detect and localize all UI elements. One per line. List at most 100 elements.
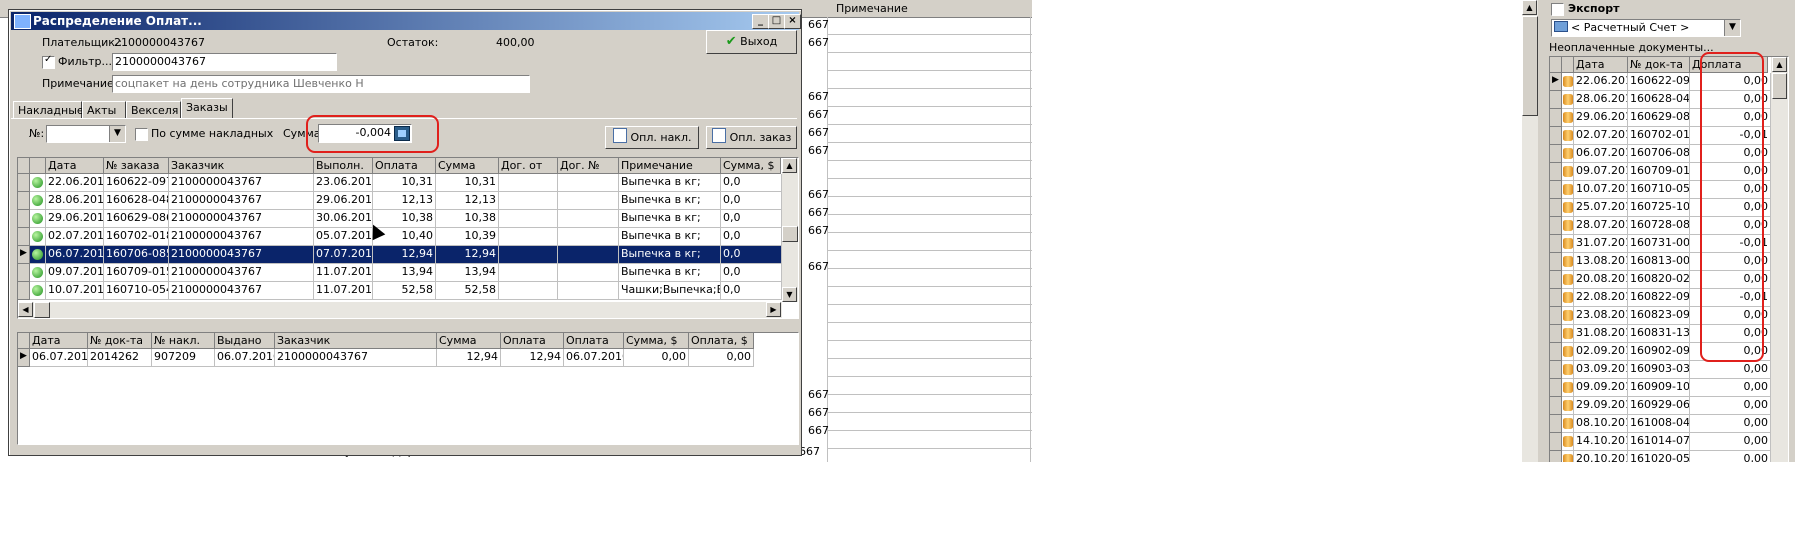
row-indicator[interactable] bbox=[18, 174, 30, 192]
column-header-contract-from[interactable]: Дог. от bbox=[499, 158, 558, 174]
column-header-paid[interactable]: Оплата bbox=[373, 158, 436, 174]
pay-invoice-label: Опл. накл. bbox=[630, 131, 692, 144]
unpaid-scrollbar[interactable]: ▲ bbox=[1771, 57, 1788, 462]
row-indicator[interactable] bbox=[18, 192, 30, 210]
chevron-down-icon[interactable]: ▼ bbox=[1724, 20, 1740, 36]
tab-bills[interactable]: Векселя bbox=[126, 101, 181, 119]
orders-hscrollbar[interactable]: ◀ ▶ bbox=[18, 302, 782, 318]
row-indicator[interactable] bbox=[1550, 163, 1562, 181]
row-indicator[interactable] bbox=[1550, 199, 1562, 217]
pay-order-button[interactable]: Опл. заказ bbox=[706, 126, 797, 149]
column-header-sum-usd[interactable]: Сумма, $ bbox=[721, 158, 781, 174]
row-indicator[interactable] bbox=[1550, 325, 1562, 343]
tab-acts[interactable]: Акты bbox=[82, 101, 126, 119]
row-indicator[interactable]: ▶ bbox=[18, 349, 30, 367]
maximize-icon[interactable]: □ bbox=[768, 14, 785, 29]
row-indicator[interactable] bbox=[18, 210, 30, 228]
row-indicator[interactable] bbox=[1550, 379, 1562, 397]
scroll-right-icon[interactable]: ▶ bbox=[766, 302, 781, 317]
scroll-thumb[interactable] bbox=[782, 226, 798, 242]
scroll-thumb[interactable] bbox=[34, 302, 50, 318]
number-select[interactable]: ▼ bbox=[46, 125, 126, 143]
background-scrollbar[interactable]: ▲ bbox=[1522, 0, 1538, 462]
row-indicator[interactable] bbox=[1550, 253, 1562, 271]
account-select[interactable]: < Расчетный Счет > ▼ bbox=[1551, 19, 1741, 37]
bg-row bbox=[827, 269, 1032, 287]
chevron-down-icon[interactable]: ▼ bbox=[109, 126, 125, 142]
row-indicator[interactable] bbox=[18, 264, 30, 282]
dialog-titlebar[interactable]: Распределение Оплат... _ □ × bbox=[11, 12, 801, 30]
row-indicator[interactable] bbox=[1550, 127, 1562, 145]
row-indicator[interactable] bbox=[1550, 289, 1562, 307]
column-header-order-no[interactable]: № заказа bbox=[104, 158, 169, 174]
row-indicator[interactable] bbox=[1550, 307, 1562, 325]
row-indicator[interactable] bbox=[18, 228, 30, 246]
tab-orders[interactable]: Заказы bbox=[181, 98, 233, 119]
row-indicator[interactable] bbox=[1550, 271, 1562, 289]
scroll-up-icon[interactable]: ▲ bbox=[1772, 57, 1787, 72]
doc-cell-number: 160903-031 bbox=[1628, 361, 1690, 379]
row-indicator[interactable] bbox=[1550, 451, 1562, 462]
column-header-note[interactable]: Примечание bbox=[619, 158, 721, 174]
doc-cell-date: 20.08.2016 bbox=[1574, 271, 1628, 289]
scroll-up-icon[interactable]: ▲ bbox=[1522, 0, 1537, 15]
tab-invoices[interactable]: Накладные bbox=[13, 101, 84, 119]
orders-vscrollbar[interactable]: ▲ ▼ bbox=[782, 158, 798, 302]
row-indicator[interactable] bbox=[1550, 181, 1562, 199]
scroll-thumb[interactable] bbox=[1772, 73, 1787, 99]
status-ok-icon bbox=[32, 267, 43, 278]
row-indicator[interactable]: ▶ bbox=[18, 246, 30, 264]
column-header-sum[interactable]: Сумма bbox=[436, 158, 499, 174]
row-indicator[interactable] bbox=[1550, 343, 1562, 361]
doc-cell-number: 160702-018 bbox=[1628, 127, 1690, 145]
row-indicator[interactable] bbox=[1550, 397, 1562, 415]
order-cell-usd: 0,0 bbox=[721, 192, 782, 210]
column-header-issued[interactable]: Выдано bbox=[215, 333, 275, 349]
doc-cell-date: 28.07.2016 bbox=[1574, 217, 1628, 235]
column-header-customer[interactable]: Заказчик bbox=[275, 333, 437, 349]
scroll-thumb[interactable] bbox=[1522, 16, 1538, 116]
doc-cell-number: 160622-097 bbox=[1628, 73, 1690, 91]
column-header-paid[interactable]: Оплата bbox=[501, 333, 564, 349]
column-header-contract-no[interactable]: Дог. № bbox=[558, 158, 619, 174]
doc-type-cell bbox=[1562, 307, 1574, 325]
row-indicator[interactable] bbox=[1550, 433, 1562, 451]
filter-checkbox[interactable]: ✓ bbox=[42, 54, 55, 69]
column-header-paid-date[interactable]: Оплата bbox=[564, 333, 624, 349]
note-input[interactable]: соцпакет на день сотрудника Шевченко Н bbox=[112, 75, 530, 93]
close-icon[interactable]: × bbox=[784, 14, 801, 29]
doc-cell-extra: 0,00 bbox=[1690, 379, 1771, 397]
column-header-doc[interactable]: № док-та bbox=[1628, 57, 1690, 73]
column-header-date[interactable]: Дата bbox=[30, 333, 88, 349]
filter-input[interactable]: 2100000043767 bbox=[112, 53, 337, 71]
minimize-icon[interactable]: _ bbox=[752, 14, 769, 29]
scroll-up-icon[interactable]: ▲ bbox=[782, 158, 797, 173]
doc-cell-date: 13.08.2016 bbox=[1574, 253, 1628, 271]
row-indicator[interactable] bbox=[1550, 91, 1562, 109]
column-header-date[interactable]: Дата bbox=[1574, 57, 1628, 73]
row-indicator[interactable]: ▶ bbox=[1550, 73, 1562, 91]
row-indicator[interactable] bbox=[1550, 145, 1562, 163]
scroll-down-icon[interactable]: ▼ bbox=[782, 287, 797, 302]
column-header-doc-no[interactable]: № док-та bbox=[88, 333, 152, 349]
row-indicator[interactable] bbox=[1550, 361, 1562, 379]
column-header-customer[interactable]: Заказчик bbox=[169, 158, 314, 174]
column-header-invoice-no[interactable]: № накл. bbox=[152, 333, 215, 349]
column-header-date[interactable]: Дата bbox=[46, 158, 104, 174]
scroll-left-icon[interactable]: ◀ bbox=[18, 302, 33, 317]
pay-invoice-button[interactable]: Опл. накл. bbox=[605, 126, 699, 149]
column-header-paid-usd[interactable]: Оплата, $ bbox=[689, 333, 754, 349]
column-header-sum-usd[interactable]: Сумма, $ bbox=[624, 333, 689, 349]
column-header-done[interactable]: Выполн. bbox=[314, 158, 373, 174]
row-indicator[interactable] bbox=[1550, 235, 1562, 253]
row-indicator[interactable] bbox=[1550, 415, 1562, 433]
export-checkbox[interactable] bbox=[1551, 3, 1564, 16]
exit-button[interactable]: ✔ Выход bbox=[706, 30, 797, 54]
row-indicator[interactable] bbox=[18, 282, 30, 300]
column-header-sum[interactable]: Сумма bbox=[437, 333, 501, 349]
by-sum-checkbox[interactable] bbox=[135, 128, 148, 141]
doc-type-cell bbox=[1562, 181, 1574, 199]
row-indicator[interactable] bbox=[1550, 109, 1562, 127]
row-indicator[interactable] bbox=[1550, 217, 1562, 235]
order-cell-customer: 2100000043767 bbox=[169, 228, 314, 246]
